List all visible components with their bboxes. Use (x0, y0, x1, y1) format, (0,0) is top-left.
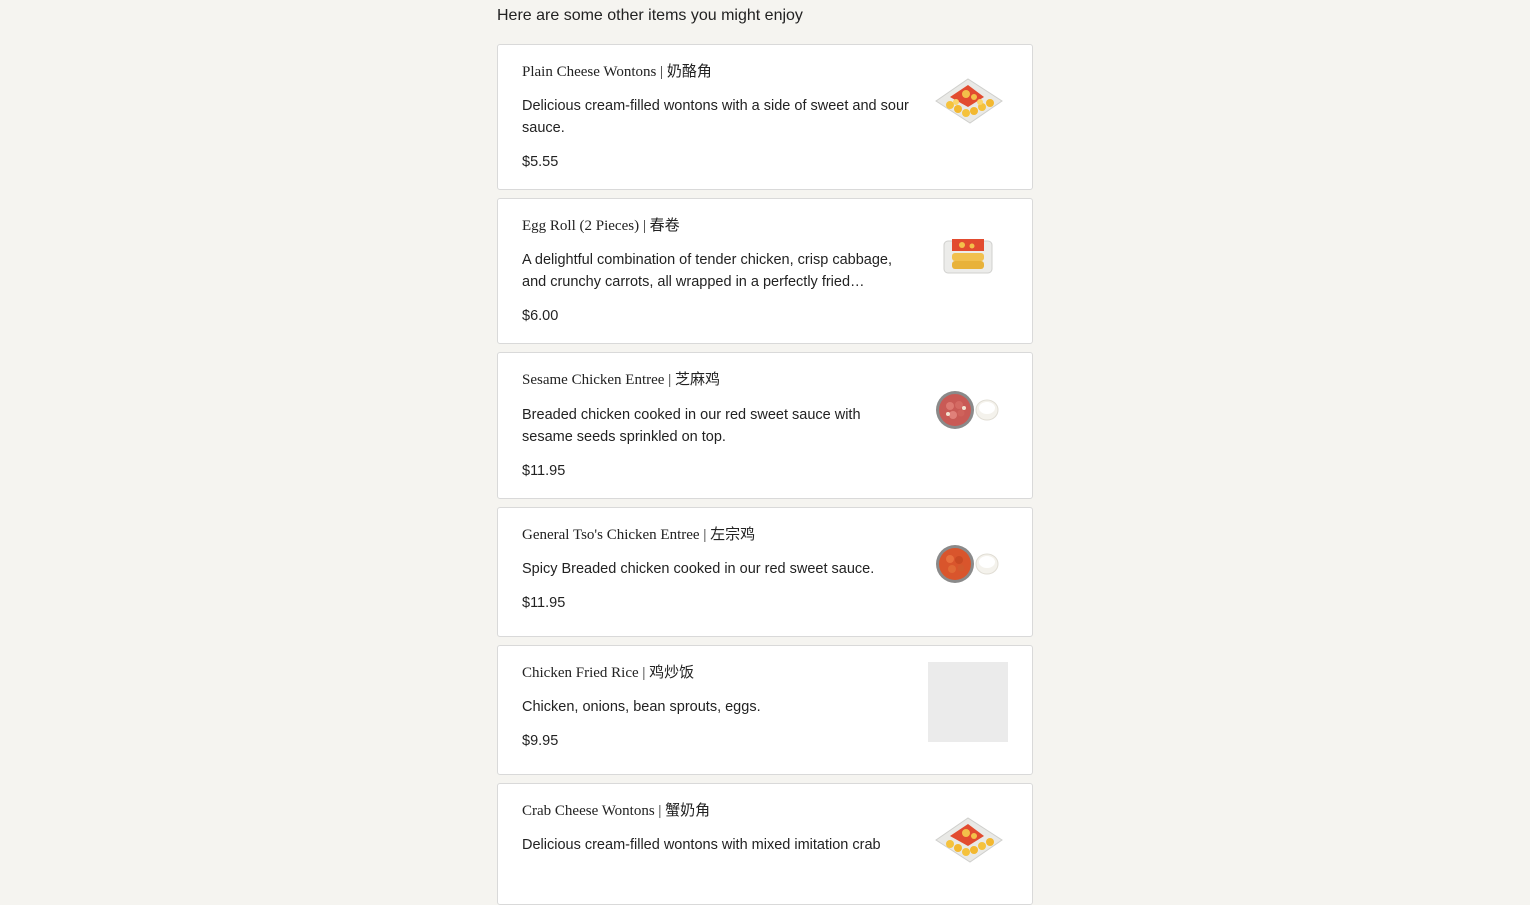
item-description: Delicious cream-filled wontons with mixe… (522, 837, 881, 853)
menu-item-card[interactable]: Sesame Chicken Entree | 芝麻鸡 Breaded chic… (497, 352, 1033, 499)
menu-item-card[interactable]: Plain Cheese Wontons | 奶酪角 Delicious cre… (497, 44, 1033, 190)
menu-item-card[interactable]: Egg Roll (2 Pieces) | 春卷 A delightful co… (497, 198, 1033, 344)
image-placeholder (928, 662, 1008, 742)
item-name: Crab Cheese Wontons | 蟹奶角 (522, 803, 711, 819)
item-name: Chicken Fried Rice | 鸡炒饭 (522, 665, 695, 681)
menu-item-card[interactable]: Crab Cheese Wontons | 蟹奶角 Delicious crea… (497, 783, 1033, 905)
item-description: A delightful combination of tender chick… (522, 252, 892, 290)
wontons-tray-image (928, 61, 1008, 141)
general-tso-bowl-image (928, 524, 1008, 604)
item-price: $11.95 (522, 595, 566, 611)
section-title: Here are some other items you might enjo… (497, 7, 803, 24)
wontons-tray-image (928, 800, 1008, 880)
item-price: $11.95 (522, 463, 566, 479)
item-price: $9.95 (522, 733, 559, 749)
menu-item-card[interactable]: Chicken Fried Rice | 鸡炒饭 Chicken, onions… (497, 645, 1033, 775)
item-name: Plain Cheese Wontons | 奶酪角 (522, 64, 712, 80)
menu-item-card[interactable]: General Tso's Chicken Entree | 左宗鸡 Spicy… (497, 507, 1033, 637)
item-price: $6.00 (522, 308, 559, 324)
egg-roll-tray-image (928, 215, 1008, 295)
sesame-chicken-bowl-image (928, 370, 1008, 450)
item-price: $5.55 (522, 154, 559, 170)
item-name: General Tso's Chicken Entree | 左宗鸡 (522, 527, 756, 543)
item-name: Egg Roll (2 Pieces) | 春卷 (522, 218, 680, 234)
item-name: Sesame Chicken Entree | 芝麻鸡 (522, 372, 720, 388)
item-description: Breaded chicken cooked in our red sweet … (522, 407, 861, 445)
item-description: Spicy Breaded chicken cooked in our red … (522, 561, 875, 577)
item-description: Delicious cream-filled wontons with a si… (522, 98, 909, 136)
item-description: Chicken, onions, bean sprouts, eggs. (522, 699, 761, 715)
